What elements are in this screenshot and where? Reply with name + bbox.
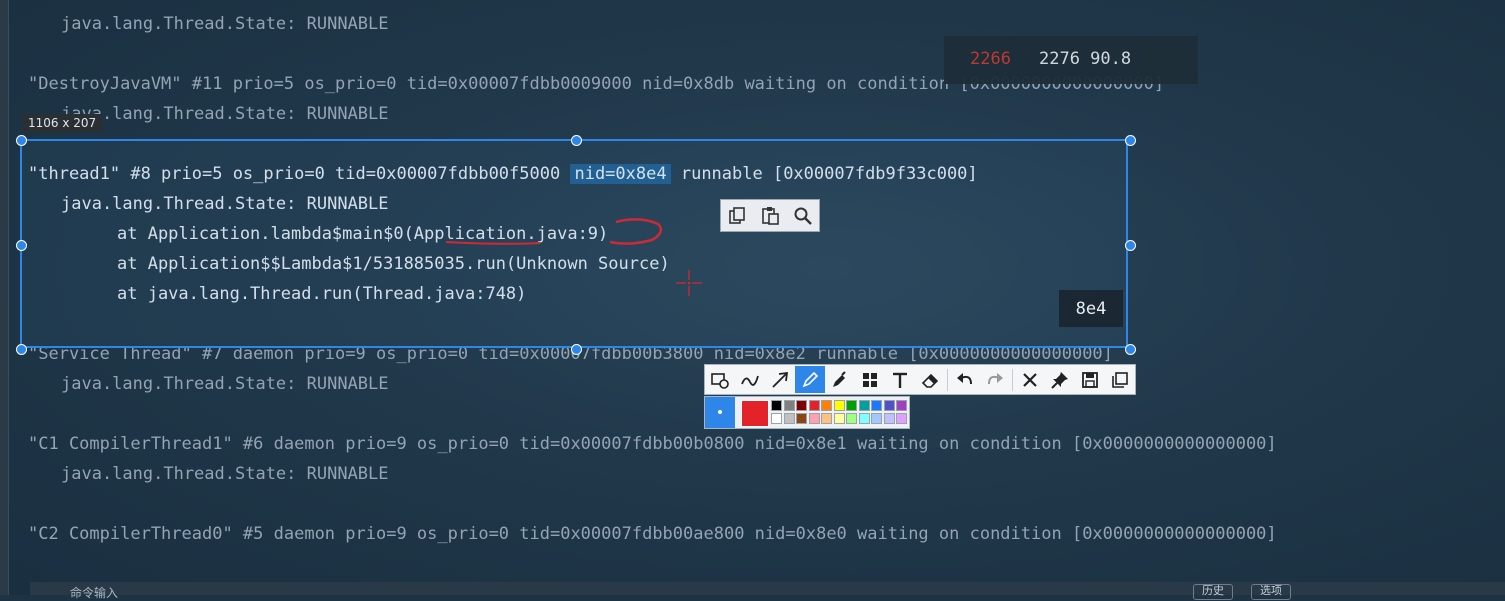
color-swatch[interactable]: [796, 400, 807, 411]
selection-size-label: 1106 x 207: [22, 114, 103, 132]
save-icon[interactable]: [1075, 366, 1105, 393]
color-swatch[interactable]: [871, 413, 882, 424]
color-swatch[interactable]: [796, 413, 807, 424]
color-swatch[interactable]: [846, 400, 857, 411]
resize-handle[interactable]: [571, 135, 582, 146]
resize-handle[interactable]: [16, 240, 27, 251]
color-swatch[interactable]: [883, 400, 895, 411]
left-scroll-rail: [0, 0, 9, 595]
text-icon[interactable]: [885, 366, 915, 393]
resize-handle[interactable]: [16, 135, 27, 146]
terminal-line: java.lang.Thread.State: RUNNABLE: [61, 464, 389, 484]
process-pid: 2266: [970, 49, 1011, 69]
color-swatch[interactable]: [808, 400, 820, 411]
undo-icon[interactable]: [950, 366, 980, 393]
terminal-line: java.lang.Thread.State: RUNNABLE: [61, 104, 389, 124]
command-input[interactable]: 命令输入: [70, 584, 118, 601]
color-swatch[interactable]: [896, 413, 907, 424]
shape-icon[interactable]: [705, 366, 735, 393]
toolbar-divider: [1012, 368, 1013, 391]
color-swatch[interactable]: [871, 400, 882, 411]
color-swatch[interactable]: [846, 413, 857, 424]
options-button[interactable]: 选项: [1251, 584, 1291, 600]
status-bar: 命令输入 历史 选项: [30, 582, 1505, 600]
history-button[interactable]: 历史: [1193, 584, 1233, 600]
arrow-icon[interactable]: [765, 366, 795, 393]
color-swatch[interactable]: [783, 400, 795, 411]
color-swatch[interactable]: [896, 400, 907, 411]
color-swatch[interactable]: [858, 400, 870, 411]
pen-size-option[interactable]: [705, 397, 735, 428]
current-color-swatch[interactable]: [741, 400, 769, 427]
terminal-line: java.lang.Thread.State: RUNNABLE: [61, 374, 389, 394]
process-values: 2276 90.8: [1039, 49, 1132, 69]
selection-mini-toolbar: [720, 199, 820, 232]
curve-icon[interactable]: [735, 366, 765, 393]
annotation-toolbar: [704, 364, 1136, 395]
pen-style-panel: [704, 396, 910, 429]
color-swatch[interactable]: [821, 413, 832, 424]
hover-value-badge: 8e4: [1059, 290, 1123, 327]
color-swatch[interactable]: [833, 413, 845, 424]
toolbar-divider: [947, 368, 948, 391]
close-icon[interactable]: [1015, 366, 1045, 393]
crosshair-cursor-icon: [676, 270, 702, 296]
resize-handle[interactable]: [16, 344, 27, 355]
copy-icon[interactable]: [725, 204, 749, 228]
copy-icon[interactable]: [1105, 366, 1135, 393]
mosaic-icon[interactable]: [855, 366, 885, 393]
paste-icon[interactable]: [758, 204, 782, 228]
resize-handle[interactable]: [1125, 240, 1136, 251]
terminal-line: "C1 CompilerThread1" #6 daemon prio=9 os…: [28, 434, 1277, 454]
eraser-icon[interactable]: [915, 366, 945, 393]
color-swatch[interactable]: [808, 413, 820, 424]
process-stats-overlay: 2266 2276 90.8: [944, 36, 1198, 84]
pen-icon[interactable]: [795, 366, 825, 393]
screenshot-selection-box[interactable]: [16, 135, 1136, 355]
resize-handle[interactable]: [571, 344, 582, 355]
terminal-line: "C2 CompilerThread0" #5 daemon prio=9 os…: [28, 524, 1277, 544]
resize-handle[interactable]: [1125, 344, 1136, 355]
marker-icon[interactable]: [825, 366, 855, 393]
redo-icon[interactable]: [980, 366, 1010, 393]
pin-icon[interactable]: [1045, 366, 1075, 393]
terminal-line: java.lang.Thread.State: RUNNABLE: [61, 14, 389, 34]
color-swatch[interactable]: [771, 413, 782, 424]
resize-handle[interactable]: [1125, 135, 1136, 146]
color-swatch[interactable]: [858, 413, 870, 424]
search-icon[interactable]: [791, 204, 815, 228]
color-swatch[interactable]: [883, 413, 895, 424]
color-swatch[interactable]: [821, 400, 832, 411]
color-swatch[interactable]: [771, 400, 782, 411]
color-swatch[interactable]: [783, 413, 795, 424]
color-swatch[interactable]: [833, 400, 845, 411]
